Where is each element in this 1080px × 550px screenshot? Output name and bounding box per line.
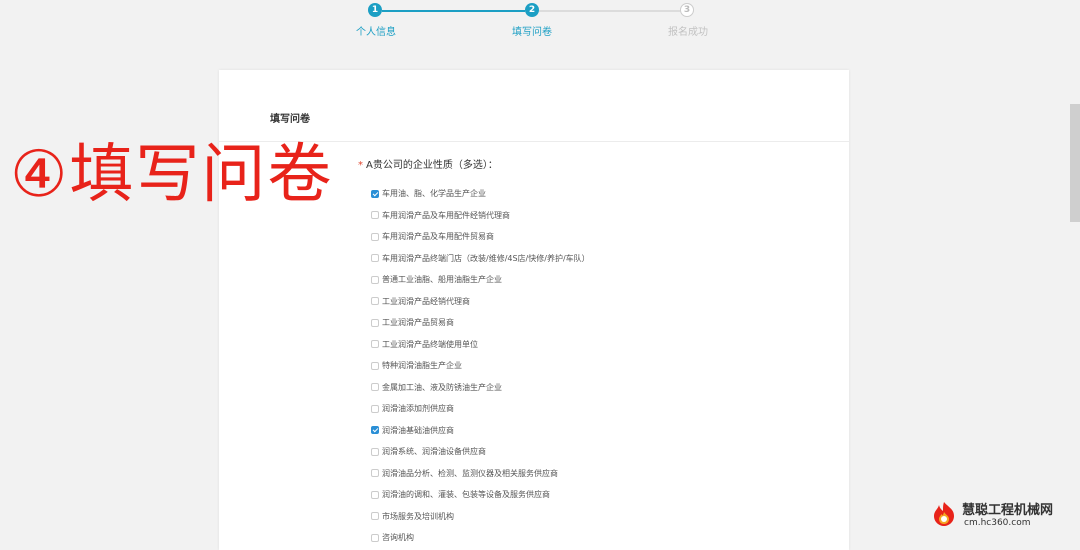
option-checkbox[interactable] (371, 383, 379, 392)
option-checkbox[interactable] (371, 469, 379, 478)
option-label[interactable]: 润滑系统、润滑油设备供应商 (382, 446, 486, 457)
option-item[interactable]: 市场服务及培训机构 (371, 506, 590, 528)
progress-stepper: 1 个人信息 2 填写问卷 3 报名成功 (0, 0, 1080, 50)
step-3-circle: 3 (680, 3, 694, 17)
option-checkbox[interactable] (371, 490, 379, 499)
option-item[interactable]: 工业润滑产品贸易商 (371, 312, 590, 334)
step-2-circle: 2 (525, 3, 539, 17)
option-item[interactable]: 润滑油的调和、灌装、包装等设备及服务供应商 (371, 484, 590, 506)
option-checkbox[interactable] (371, 189, 379, 198)
page-scrollbar[interactable] (1070, 104, 1080, 222)
option-checkbox[interactable] (371, 361, 379, 370)
watermark-name: 慧聪工程机械网 (962, 503, 1054, 518)
option-item[interactable]: 特种润滑油脂生产企业 (371, 355, 590, 377)
step-connector-2 (539, 10, 680, 12)
option-item[interactable]: 润滑油基础油供应商 (371, 420, 590, 442)
option-checkbox[interactable] (371, 275, 379, 284)
option-item[interactable]: 润滑油添加剂供应商 (371, 398, 590, 420)
option-label[interactable]: 普通工业油脂、船用油脂生产企业 (382, 274, 502, 285)
option-label[interactable]: 特种润滑油脂生产企业 (382, 360, 462, 371)
option-checkbox[interactable] (371, 512, 379, 521)
option-checkbox[interactable] (371, 447, 379, 456)
question-text: A贵公司的企业性质（多选）： (366, 160, 498, 171)
step-2-label: 填写问卷 (512, 27, 552, 38)
option-item[interactable]: 金属加工油、液及防锈油生产企业 (371, 377, 590, 399)
option-item[interactable]: 润滑油品分析、检测、监测仪器及相关服务供应商 (371, 463, 590, 485)
option-label[interactable]: 金属加工油、液及防锈油生产企业 (382, 382, 502, 393)
option-label[interactable]: 车用润滑产品终端门店（改装/维修/4S店/快修/养护/车队） (382, 253, 590, 264)
option-label[interactable]: 工业润滑产品贸易商 (382, 317, 454, 328)
option-checkbox[interactable] (371, 254, 379, 263)
step-3-label: 报名成功 (668, 27, 708, 38)
option-item[interactable]: 车用润滑产品终端门店（改装/维修/4S店/快修/养护/车队） (371, 248, 590, 270)
option-label[interactable]: 润滑油的调和、灌装、包装等设备及服务供应商 (382, 489, 550, 500)
option-checkbox[interactable] (371, 426, 379, 435)
option-checkbox[interactable] (371, 297, 379, 306)
watermark: 慧聪工程机械网 cm.hc360.com (930, 497, 1080, 537)
option-checkbox[interactable] (371, 232, 379, 241)
option-label[interactable]: 市场服务及培训机构 (382, 511, 454, 522)
option-label[interactable]: 润滑油添加剂供应商 (382, 403, 454, 414)
options-list: 车用油、脂、化学品生产企业车用润滑产品及车用配件经销代理商 车用润滑产品及车用配件… (371, 183, 590, 549)
option-label[interactable]: 润滑油品分析、检测、监测仪器及相关服务供应商 (382, 468, 558, 479)
card-title: 填写问卷 (270, 114, 310, 125)
option-item[interactable]: 车用润滑产品及车用配件经销代理商 (371, 205, 590, 227)
watermark-url: cm.hc360.com (964, 518, 1031, 528)
step-1-circle: 1 (368, 3, 382, 17)
option-item[interactable]: 润滑系统、润滑油设备供应商 (371, 441, 590, 463)
option-item[interactable]: 工业润滑产品经销代理商 (371, 291, 590, 313)
option-checkbox[interactable] (371, 404, 379, 413)
step-connector-1 (382, 10, 525, 12)
option-item[interactable]: 普通工业油脂、船用油脂生产企业 (371, 269, 590, 291)
option-checkbox[interactable] (371, 211, 379, 220)
option-label[interactable]: 润滑油基础油供应商 (382, 425, 454, 436)
option-item[interactable]: 车用油、脂、化学品生产企业 (371, 183, 590, 205)
option-label[interactable]: 车用润滑产品及车用配件经销代理商 (382, 210, 510, 221)
option-checkbox[interactable] (371, 318, 379, 327)
option-label[interactable]: 车用油、脂、化学品生产企业 (382, 188, 486, 199)
required-mark: * (358, 160, 363, 171)
option-label[interactable]: 工业润滑产品经销代理商 (382, 296, 470, 307)
step-annotation-overlay: ④填写问卷 (10, 138, 334, 212)
option-checkbox[interactable] (371, 340, 379, 349)
flame-logo-icon (934, 502, 954, 526)
step-1-label: 个人信息 (356, 27, 396, 38)
question-title: * A贵公司的企业性质（多选）： (358, 156, 498, 171)
option-item[interactable]: 车用润滑产品及车用配件贸易商 (371, 226, 590, 248)
option-label[interactable]: 车用润滑产品及车用配件贸易商 (382, 231, 494, 242)
option-label[interactable]: 工业润滑产品终端使用单位 (382, 339, 478, 350)
option-item[interactable]: 工业润滑产品终端使用单位 (371, 334, 590, 356)
